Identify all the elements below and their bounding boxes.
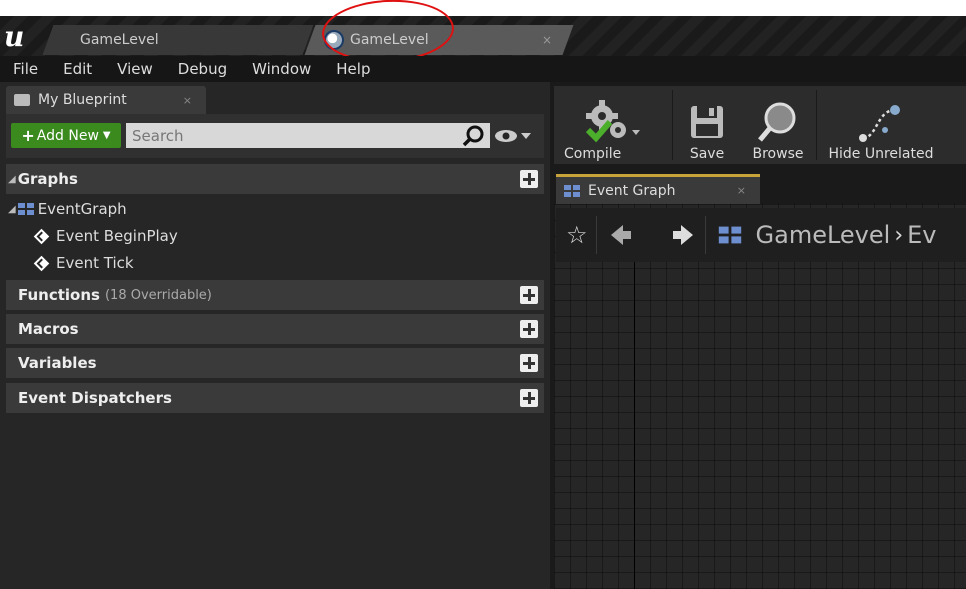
menu-bar: File Edit View Debug Window Help	[0, 56, 966, 82]
breadcrumb-gamelevel[interactable]: GameLevel	[756, 221, 891, 249]
menu-window[interactable]: Window	[239, 56, 323, 82]
menu-help[interactable]: Help	[323, 56, 382, 82]
search-input[interactable]	[126, 123, 490, 148]
hide-unrelated-button[interactable]: Hide Unrelated	[822, 86, 940, 164]
breadcrumb-next[interactable]: Ev	[907, 221, 936, 249]
graph-tab-label: Event Graph	[588, 182, 676, 199]
variables-label: Variables	[18, 354, 97, 372]
unreal-logo-icon[interactable]: u	[4, 22, 38, 52]
functions-overridable-count: (18 Overridable)	[104, 287, 212, 303]
compile-label: Compile	[564, 146, 622, 162]
menu-view[interactable]: View	[104, 56, 165, 82]
tree-item-eventgraph[interactable]: ◢ EventGraph	[6, 196, 544, 222]
panel-tab-label: My Blueprint	[38, 92, 127, 108]
hide-unrelated-icon	[859, 105, 900, 142]
event-diamond-icon	[33, 255, 50, 271]
menu-edit[interactable]: Edit	[50, 56, 104, 82]
add-function-icon[interactable]	[520, 286, 538, 304]
graph-origin-line	[634, 260, 635, 589]
search-icon[interactable]	[462, 124, 486, 148]
plus-icon: +	[21, 126, 35, 145]
toolbar-separator	[672, 90, 673, 160]
close-icon[interactable]: ×	[183, 94, 192, 107]
breadcrumb: ☆ GameLevel › Ev	[556, 208, 966, 262]
tab-gamelevel-1[interactable]: GameLevel	[42, 25, 314, 55]
breadcrumb-separator	[595, 216, 597, 254]
hide-unrelated-label: Hide Unrelated	[828, 146, 934, 162]
floppy-disk-icon	[691, 106, 723, 138]
save-button[interactable]: Save	[680, 86, 734, 164]
close-icon[interactable]: ×	[737, 184, 746, 197]
chevron-right-icon: ›	[894, 222, 904, 248]
compile-button[interactable]: Compile	[560, 86, 660, 164]
tab-close-icon[interactable]: ×	[542, 25, 552, 55]
toolbar-separator	[816, 90, 817, 160]
event-dispatchers-label: Event Dispatchers	[18, 389, 172, 407]
breadcrumb-separator	[704, 216, 706, 254]
back-arrow-icon[interactable]	[609, 223, 639, 247]
level-icon	[324, 30, 344, 50]
compile-gear-icon	[585, 100, 640, 143]
event-graph-icon	[564, 184, 580, 197]
add-new-button[interactable]: + Add New ▼	[11, 123, 121, 148]
functions-section-header[interactable]: Functions (18 Overridable)	[6, 280, 544, 310]
menu-file[interactable]: File	[0, 56, 50, 82]
triangle-expanded-icon: ◢	[8, 203, 16, 215]
star-icon[interactable]: ☆	[566, 221, 588, 249]
tree-item-event-tick[interactable]: Event Tick	[6, 250, 544, 276]
book-icon	[14, 94, 30, 106]
tree-item-event-beginplay[interactable]: Event BeginPlay	[6, 223, 544, 249]
eye-icon[interactable]	[494, 126, 534, 146]
tab-label: GameLevel	[350, 32, 429, 48]
beginplay-label: Event BeginPlay	[56, 227, 178, 245]
macros-section-header[interactable]: Macros	[6, 314, 544, 344]
event-graph-icon	[718, 226, 741, 244]
macros-label: Macros	[18, 320, 79, 338]
variables-section-header[interactable]: Variables	[6, 348, 544, 378]
event-diamond-icon	[33, 228, 50, 244]
add-event-dispatcher-icon[interactable]	[520, 389, 538, 407]
graphs-label: Graphs	[17, 170, 78, 188]
menu-debug[interactable]: Debug	[165, 56, 239, 82]
add-macro-icon[interactable]	[520, 320, 538, 338]
event-graph-icon	[17, 203, 34, 215]
event-dispatchers-section-header[interactable]: Event Dispatchers	[6, 383, 544, 413]
tab-my-blueprint[interactable]: My Blueprint ×	[6, 86, 206, 114]
add-graph-icon[interactable]	[520, 170, 538, 188]
add-new-label: Add New	[36, 127, 99, 144]
save-label: Save	[689, 146, 725, 162]
magnifier-icon	[758, 102, 796, 142]
tab-label: GameLevel	[80, 32, 159, 48]
graphs-section-header[interactable]: ◢ Graphs	[6, 164, 544, 194]
eventgraph-label: EventGraph	[37, 200, 127, 218]
functions-label: Functions	[18, 286, 100, 304]
tick-label: Event Tick	[56, 254, 134, 272]
browse-button[interactable]: Browse	[746, 86, 810, 164]
add-variable-icon[interactable]	[520, 354, 538, 372]
triangle-expanded-icon: ◢	[8, 173, 16, 185]
tab-event-graph[interactable]: Event Graph ×	[556, 174, 760, 204]
tab-gamelevel-2[interactable]: GameLevel ×	[304, 25, 574, 55]
browse-label: Browse	[752, 146, 804, 162]
forward-arrow-icon[interactable]	[665, 223, 695, 247]
chevron-down-icon: ▼	[102, 130, 111, 141]
